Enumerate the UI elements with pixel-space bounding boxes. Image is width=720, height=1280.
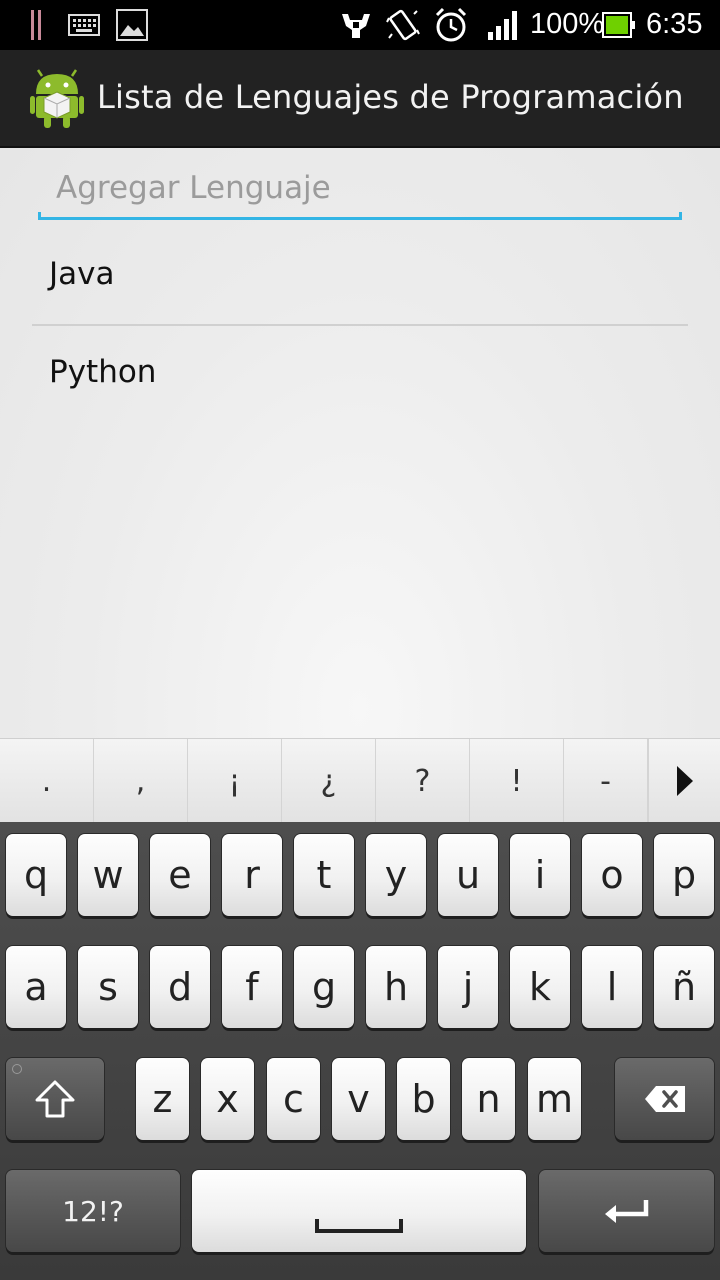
vibrate-icon <box>386 9 420 41</box>
image-icon <box>116 9 148 41</box>
suggestion-item[interactable]: ? <box>376 739 470 823</box>
backspace-icon <box>644 1086 685 1112</box>
key-y[interactable]: y <box>366 834 426 916</box>
signal-icon <box>488 11 517 40</box>
notification-bars-icon <box>31 10 41 40</box>
symbols-key[interactable]: 12!? <box>6 1170 180 1252</box>
key-t[interactable]: t <box>294 834 354 916</box>
key-q[interactable]: q <box>6 834 66 916</box>
key-n-tilde[interactable]: ñ <box>654 946 714 1028</box>
main-content: Java Python <box>0 148 720 738</box>
add-language-input[interactable] <box>38 162 682 214</box>
enter-key[interactable] <box>539 1170 714 1252</box>
shift-key[interactable] <box>6 1058 104 1140</box>
key-n[interactable]: n <box>462 1058 515 1140</box>
list-item-label: Java <box>49 256 115 292</box>
suggestion-item[interactable]: . <box>0 739 94 823</box>
suggestion-item[interactable]: ¡ <box>188 739 282 823</box>
key-r[interactable]: r <box>222 834 282 916</box>
key-l[interactable]: l <box>582 946 642 1028</box>
suggestion-item[interactable]: - <box>564 739 648 823</box>
key-i[interactable]: i <box>510 834 570 916</box>
key-u[interactable]: u <box>438 834 498 916</box>
alarm-icon <box>435 7 467 42</box>
space-key[interactable] <box>192 1170 526 1252</box>
key-d[interactable]: d <box>150 946 210 1028</box>
shift-icon <box>35 1080 75 1118</box>
key-j[interactable]: j <box>438 946 498 1028</box>
shift-indicator-icon <box>12 1064 22 1074</box>
battery-icon <box>602 12 635 38</box>
list-item[interactable]: Java <box>32 228 688 324</box>
key-a[interactable]: a <box>6 946 66 1028</box>
suggestion-item[interactable]: , <box>94 739 188 823</box>
suggestion-item[interactable]: ! <box>470 739 564 823</box>
action-bar: Lista de Lenguajes de Programación <box>0 50 720 148</box>
soft-keyboard: q w e r t y u i o p a s d f g h j k l ñ … <box>0 822 720 1280</box>
key-b[interactable]: b <box>397 1058 450 1140</box>
suggestion-strip: . , ¡ ¿ ? ! - <box>0 738 720 824</box>
enter-icon <box>604 1200 648 1223</box>
key-h[interactable]: h <box>366 946 426 1028</box>
more-suggestions-button[interactable] <box>648 739 720 823</box>
input-underline <box>38 212 682 220</box>
backspace-key[interactable] <box>615 1058 714 1140</box>
status-bar: 100% 6:35 <box>0 0 720 50</box>
key-o[interactable]: o <box>582 834 642 916</box>
key-m[interactable]: m <box>528 1058 581 1140</box>
key-z[interactable]: z <box>136 1058 189 1140</box>
key-c[interactable]: c <box>267 1058 320 1140</box>
suggestion-item[interactable]: ¿ <box>282 739 376 823</box>
add-language-field[interactable] <box>38 162 682 220</box>
usb-debug-icon <box>342 14 370 38</box>
key-g[interactable]: g <box>294 946 354 1028</box>
key-k[interactable]: k <box>510 946 570 1028</box>
key-e[interactable]: e <box>150 834 210 916</box>
key-w[interactable]: w <box>78 834 138 916</box>
page-title: Lista de Lenguajes de Programación <box>97 78 684 116</box>
battery-percent: 100% <box>530 8 605 40</box>
android-app-icon <box>30 69 84 128</box>
list-item-label: Python <box>49 354 157 390</box>
space-icon <box>315 1219 403 1233</box>
key-v[interactable]: v <box>332 1058 385 1140</box>
key-s[interactable]: s <box>78 946 138 1028</box>
clock: 6:35 <box>646 8 703 40</box>
symbols-key-label: 12!? <box>62 1194 124 1228</box>
keyboard-icon <box>68 14 100 36</box>
list-item[interactable]: Python <box>32 326 688 422</box>
arrow-right-icon <box>677 766 693 796</box>
key-f[interactable]: f <box>222 946 282 1028</box>
key-x[interactable]: x <box>201 1058 254 1140</box>
key-p[interactable]: p <box>654 834 714 916</box>
language-list: Java Python <box>32 228 688 422</box>
